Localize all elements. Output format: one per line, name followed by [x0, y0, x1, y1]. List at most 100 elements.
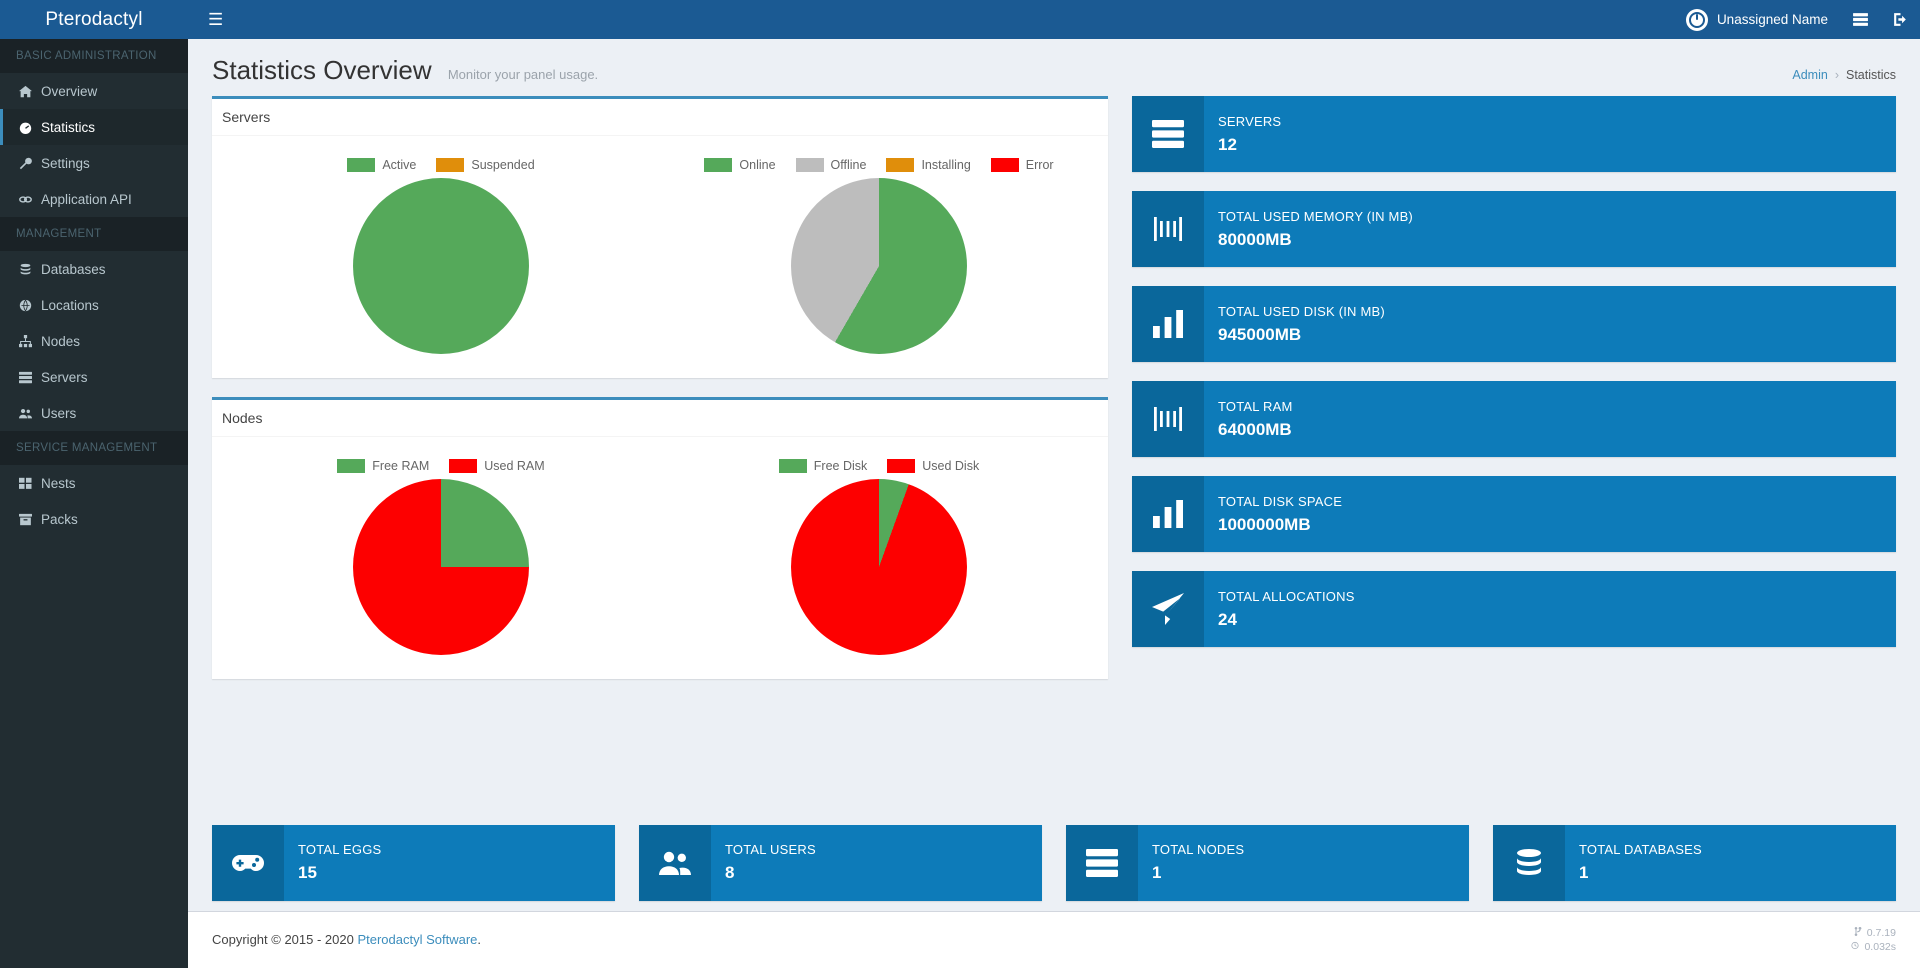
- sidebar-nav: BASIC ADMINISTRATION Overview Statistics Se…: [0, 39, 188, 537]
- sidebar-item-locations[interactable]: Locations: [0, 287, 188, 323]
- stat-card-value: 64000MB: [1218, 419, 1292, 439]
- stat-card-body: TOTAL USERS 8: [711, 825, 830, 901]
- stat-card-total-databases[interactable]: TOTAL DATABASES 1: [1493, 824, 1896, 901]
- legend-label: Used RAM: [484, 459, 545, 473]
- legend-swatch: [449, 459, 478, 473]
- stat-card-body: TOTAL RAM 64000MB: [1204, 381, 1307, 457]
- footer-copyright: Copyright © 2015 - 2020 Pterodactyl Soft…: [212, 932, 481, 947]
- stat-card-label: TOTAL NODES: [1152, 842, 1245, 858]
- stat-card-value: 15: [298, 863, 317, 883]
- stat-card-label: TOTAL USERS: [725, 842, 816, 858]
- content-header: Statistics Overview Monitor your panel u…: [188, 39, 1920, 92]
- brand-logo[interactable]: Pterodactyl: [0, 0, 188, 39]
- clock-icon: [1851, 940, 1860, 954]
- stat-card-body: TOTAL ALLOCATIONS 24: [1204, 571, 1369, 647]
- sidebar-item-label: Statistics: [41, 119, 96, 135]
- th-large-icon: [19, 477, 41, 490]
- sidebar-item-users[interactable]: Users: [0, 395, 188, 431]
- legend-item[interactable]: Suspended: [436, 158, 535, 172]
- sidebar-item-application-api[interactable]: Application API: [0, 181, 188, 217]
- stat-card-total-used-memory-in-mb[interactable]: TOTAL USED MEMORY (IN MB) 80000MB: [1132, 191, 1896, 267]
- users-icon: [639, 824, 711, 901]
- legend-swatch: [795, 158, 824, 172]
- sidebar-item-databases[interactable]: Databases: [0, 251, 188, 287]
- pie-chart-servers-status-pie[interactable]: [353, 178, 529, 354]
- sidebar-item-overview[interactable]: Overview: [0, 73, 188, 109]
- link-icon: [19, 193, 41, 206]
- gamepad-icon: [212, 824, 284, 901]
- users-icon: [19, 407, 41, 420]
- chart-container-servers-status-pie: Active Suspended: [222, 146, 660, 368]
- stat-card-body: TOTAL USED MEMORY (IN MB) 80000MB: [1204, 191, 1427, 267]
- chart-legend: Free RAM Used RAM: [337, 459, 545, 473]
- app-root: Pterodactyl BASIC ADMINISTRATION Overview…: [0, 0, 1920, 968]
- stat-cards-bottom: TOTAL EGGS 15 TOTAL USERS 8 TOTAL NODES 1 TOTA…: [188, 824, 1920, 911]
- legend-item[interactable]: Free Disk: [778, 459, 867, 473]
- legend-item[interactable]: Installing: [886, 158, 971, 172]
- legend-item[interactable]: Used RAM: [449, 459, 545, 473]
- chart-panels: Servers Active Suspended Online Offline Insta…: [212, 96, 1108, 679]
- memory-icon: [1132, 381, 1204, 457]
- stat-card-total-eggs[interactable]: TOTAL EGGS 15: [212, 824, 615, 901]
- panel-title: Nodes: [222, 410, 263, 426]
- sidebar-item-nests[interactable]: Nests: [0, 465, 188, 501]
- breadcrumb-admin[interactable]: Admin: [1792, 68, 1827, 82]
- sidebar-item-label: Packs: [41, 511, 78, 527]
- stat-card-total-allocations[interactable]: TOTAL ALLOCATIONS 24: [1132, 571, 1896, 647]
- pie-chart-nodes-ram-pie[interactable]: [353, 479, 529, 655]
- sidebar-item-statistics[interactable]: Statistics: [0, 109, 188, 145]
- page-title: Statistics Overview Monitor your panel u…: [212, 55, 598, 86]
- page-footer: Copyright © 2015 - 2020 Pterodactyl Soft…: [188, 910, 1920, 968]
- stat-card-label: TOTAL DISK SPACE: [1218, 493, 1343, 509]
- page-subtitle: Monitor your panel usage.: [447, 67, 599, 82]
- stat-card-value: 24: [1218, 609, 1237, 629]
- server-list-icon[interactable]: [1840, 0, 1880, 39]
- sidebar-item-settings[interactable]: Settings: [0, 145, 188, 181]
- server-rack-icon: [1132, 96, 1204, 172]
- stat-card-value: 1000000MB: [1218, 514, 1311, 534]
- sidebar-item-label: Nodes: [41, 333, 81, 349]
- stat-card-label: TOTAL ALLOCATIONS: [1218, 588, 1355, 604]
- stat-card-value: 80000MB: [1218, 229, 1292, 249]
- stat-card-total-nodes[interactable]: TOTAL NODES 1: [1066, 824, 1469, 901]
- footer-link[interactable]: Pterodactyl Software: [357, 932, 477, 947]
- stat-card-value: 945000MB: [1218, 324, 1302, 344]
- user-menu[interactable]: Unassigned Name: [1674, 0, 1840, 39]
- avatar: [1685, 8, 1708, 31]
- stat-card-total-ram[interactable]: TOTAL RAM 64000MB: [1132, 381, 1896, 457]
- branch-icon: [1854, 926, 1862, 940]
- legend-item[interactable]: Error: [990, 158, 1054, 172]
- logout-icon[interactable]: [1880, 0, 1920, 39]
- panel-title: Servers: [222, 109, 271, 125]
- footer-version: 0.7.19: [1866, 926, 1896, 939]
- sidebar-item-packs[interactable]: Packs: [0, 501, 188, 537]
- sidebar-item-nodes[interactable]: Nodes: [0, 323, 188, 359]
- content-body: Servers Active Suspended Online Offline Insta…: [188, 92, 1920, 825]
- paper-plane-icon: [1132, 571, 1204, 647]
- sidebar-heading-1: MANAGEMENT: [0, 217, 188, 251]
- stat-card-total-users[interactable]: TOTAL USERS 8: [639, 824, 1042, 901]
- stat-card-label: SERVERS: [1218, 113, 1282, 129]
- panel-header: Nodes: [212, 400, 1108, 437]
- legend-item[interactable]: Online: [704, 158, 776, 172]
- stat-card-total-used-disk-in-mb[interactable]: TOTAL USED DISK (IN MB) 945000MB: [1132, 286, 1896, 362]
- pie-chart-servers-state-pie[interactable]: [791, 178, 967, 354]
- stat-card-total-disk-space[interactable]: TOTAL DISK SPACE 1000000MB: [1132, 476, 1896, 552]
- legend-swatch: [704, 158, 733, 172]
- sitemap-icon: [19, 334, 41, 348]
- legend-item[interactable]: Active: [347, 158, 416, 172]
- legend-item[interactable]: Free RAM: [337, 459, 429, 473]
- legend-item[interactable]: Used Disk: [887, 459, 979, 473]
- chart-legend: Free Disk Used Disk: [778, 459, 979, 473]
- legend-item[interactable]: Offline: [795, 158, 867, 172]
- panel-body: Free RAM Used RAM Free Disk Used Disk: [212, 437, 1108, 679]
- sidebar-item-servers[interactable]: Servers: [0, 359, 188, 395]
- sidebar-toggle-icon[interactable]: ☰: [202, 7, 229, 32]
- chart-legend: Online Offline Installing Error: [704, 158, 1054, 172]
- pie-chart-nodes-disk-pie[interactable]: [791, 479, 967, 655]
- stat-card-servers[interactable]: SERVERS 12: [1132, 96, 1896, 172]
- sidebar-item-label: Users: [41, 405, 77, 421]
- stat-card-body: TOTAL DISK SPACE 1000000MB: [1204, 476, 1356, 552]
- stat-card-label: TOTAL USED MEMORY (IN MB): [1218, 208, 1413, 224]
- legend-label: Offline: [830, 158, 867, 172]
